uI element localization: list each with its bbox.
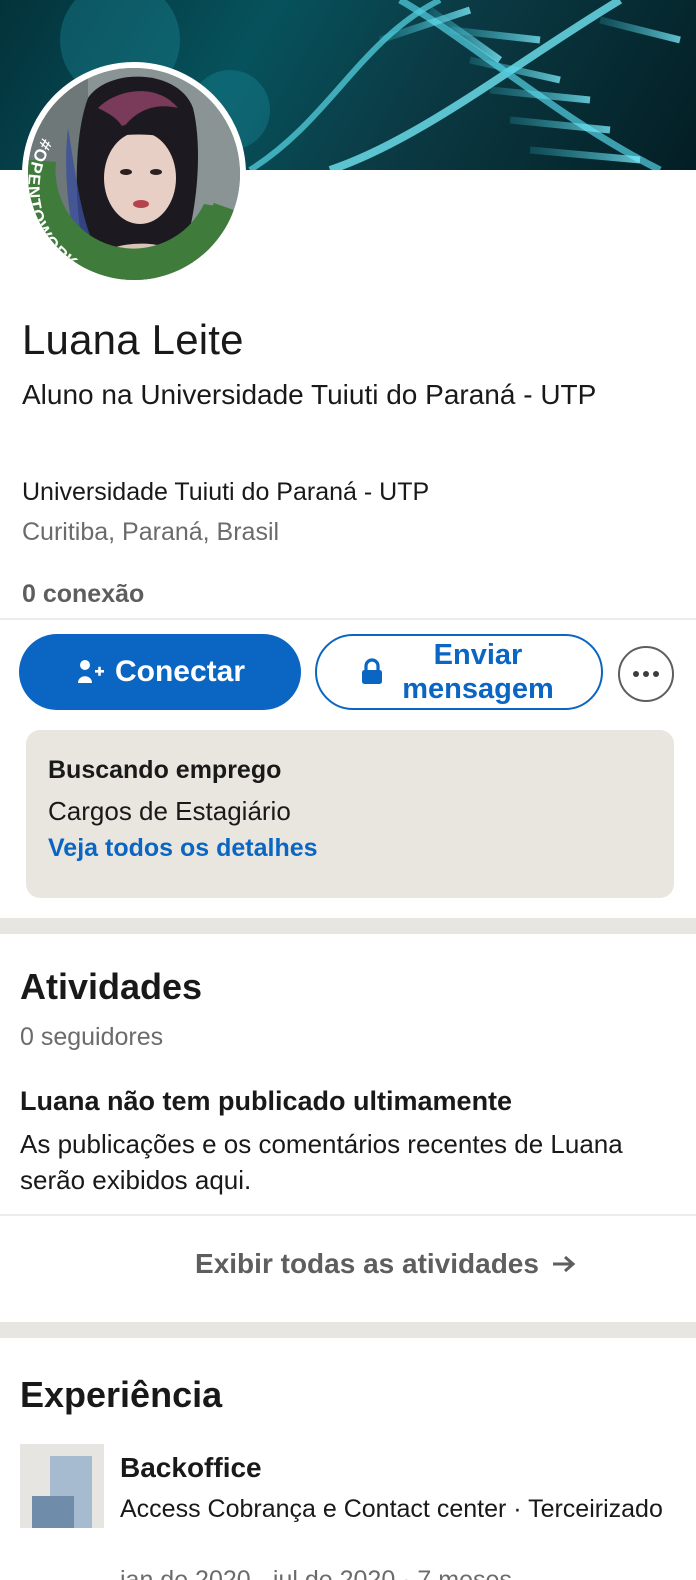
- open-to-work-roles: Cargos de Estagiário: [48, 796, 291, 826]
- section-separator: [0, 1322, 696, 1338]
- activity-empty-title: Luana não tem publicado ultimamente: [20, 1086, 513, 1116]
- experience-dates: jan de 2020 - jul de 2020 · 7 meses: [120, 1566, 512, 1580]
- open-to-work-frame: #OPENTOWORK: [28, 136, 240, 280]
- more-options-button[interactable]: [618, 646, 674, 702]
- avatar-photo: #OPENTOWORK: [28, 68, 240, 280]
- followers-count: 0 seguidores: [20, 1023, 164, 1051]
- send-message-button[interactable]: Enviar mensagem: [315, 634, 603, 710]
- arrow-right-icon: [552, 1255, 576, 1273]
- lock-icon: [362, 658, 382, 684]
- connect-label: Conectar: [114, 655, 246, 688]
- profile-location: Curitiba, Paraná, Brasil: [22, 518, 280, 546]
- section-separator: [0, 918, 696, 934]
- see-all-details-link[interactable]: Veja todos os detalhes: [48, 834, 318, 863]
- profile-school[interactable]: Universidade Tuiuti do Paraná - UTP: [22, 478, 429, 507]
- show-all-activity-label: Exibir todas as atividades: [195, 1248, 539, 1279]
- profile-headline: Aluno na Universidade Tuiuti do Paraná -…: [22, 379, 597, 410]
- divider: [0, 1214, 696, 1216]
- experience-company: Access Cobrança e Contact center · Terce…: [120, 1495, 663, 1523]
- profile-name: Luana Leite: [22, 316, 244, 363]
- open-to-work-title: Buscando emprego: [48, 756, 282, 784]
- more-dots-icon: [633, 671, 659, 677]
- send-message-label: Enviar mensagem: [402, 639, 554, 705]
- activity-section-title: Atividades: [20, 966, 203, 1007]
- open-to-work-card[interactable]: Buscando emprego Cargos de Estagiário Ve…: [26, 730, 674, 898]
- connections-count[interactable]: 0 conexão: [22, 580, 144, 609]
- add-connection-icon: [77, 660, 104, 683]
- experience-section-title: Experiência: [20, 1374, 223, 1415]
- company-placeholder-icon: [32, 1456, 92, 1528]
- connect-button[interactable]: Conectar: [19, 634, 301, 710]
- experience-role[interactable]: Backoffice: [120, 1452, 262, 1484]
- company-logo[interactable]: [20, 1444, 104, 1528]
- show-all-activity-button[interactable]: Exibir todas as atividades: [0, 1236, 696, 1292]
- divider: [0, 618, 696, 620]
- activity-empty-body: As publicações e os comentários recentes…: [20, 1129, 623, 1195]
- profile-avatar[interactable]: #OPENTOWORK: [22, 62, 246, 286]
